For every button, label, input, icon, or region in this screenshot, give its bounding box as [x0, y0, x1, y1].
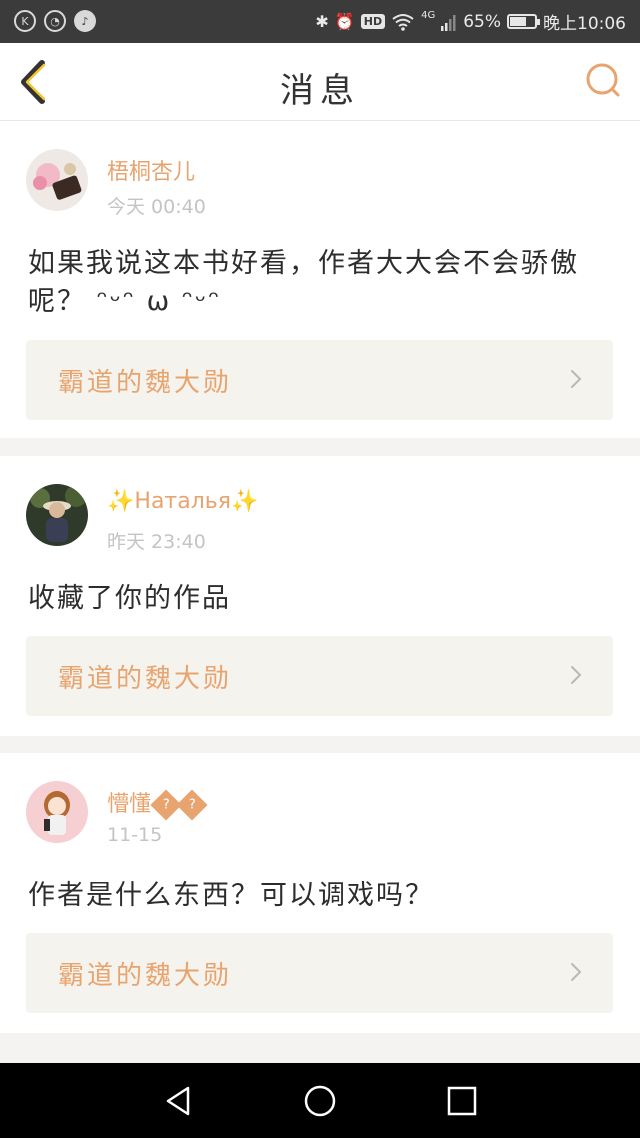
avatar-image: [26, 149, 88, 211]
chevron-right-icon: [571, 963, 582, 981]
avatar[interactable]: [26, 484, 88, 546]
top-app-bar: 消息: [0, 43, 640, 121]
search-button[interactable]: [582, 61, 626, 101]
book-link[interactable]: 霸道的魏大勋: [26, 340, 613, 420]
nav-home-button[interactable]: [302, 1083, 338, 1119]
nav-back-button[interactable]: [160, 1083, 196, 1119]
message-card: 懵懂?? 11-15 作者是什么东西？可以调戏吗？ 霸道的魏大勋: [0, 753, 640, 1033]
tiktok-icon: ♪: [74, 10, 96, 32]
bluetooth-icon: ✱: [315, 12, 329, 31]
battery-icon: [507, 14, 540, 29]
message-card: 梧桐杏儿 今天 00:40 如果我说这本书好看，作者大大会不会骄傲呢？ ᵔᵕᵔ …: [0, 121, 640, 438]
timestamp: 昨天 23:40: [107, 531, 206, 553]
chevron-right-icon: [571, 666, 582, 684]
hd-badge: HD: [360, 14, 386, 29]
k-app-icon: K: [14, 10, 36, 32]
triangle-back-icon: [166, 1086, 190, 1116]
nav-recents-button[interactable]: [444, 1083, 480, 1119]
status-right-icons: ✱ ⏰ HD 4G 65% 晚上10:06: [315, 9, 626, 34]
circle-home-icon: [304, 1085, 336, 1117]
avatar[interactable]: [26, 149, 88, 211]
battery-percent: 65%: [463, 11, 501, 32]
status-bar: K ◔ ♪ ✱ ⏰ HD 4G 65% 晚上10:06: [0, 0, 640, 43]
message-text: 收藏了你的作品: [28, 583, 231, 614]
username-text: Наталья: [134, 489, 231, 514]
username[interactable]: 懵懂??: [107, 786, 208, 821]
unknown-glyph-icon: ?: [176, 789, 208, 821]
chevron-right-icon: [571, 370, 582, 388]
book-title: 霸道的魏大勋: [58, 961, 233, 991]
square-recents-icon: [447, 1086, 477, 1116]
book-title: 霸道的魏大勋: [58, 368, 233, 398]
book-link[interactable]: 霸道的魏大勋: [26, 636, 613, 716]
signal-icon: [441, 14, 456, 31]
system-nav-bar: [0, 1063, 640, 1138]
username[interactable]: ✨Наталья✨: [107, 489, 258, 514]
sparkle-icon: ✨: [107, 489, 135, 514]
page-title: 消息: [280, 71, 360, 111]
username-text: 懵懂: [107, 792, 152, 817]
timestamp: 今天 00:40: [107, 196, 206, 218]
message-card: ✨Наталья✨ 昨天 23:40 收藏了你的作品 霸道的魏大勋: [0, 456, 640, 736]
search-icon: [586, 63, 620, 97]
network-type: 4G: [421, 10, 436, 21]
message-text: 如果我说这本书好看，作者大大会不会骄傲呢？ ᵔᵕᵔ ω ᵔᵕᵔ: [28, 248, 579, 317]
avatar[interactable]: [26, 781, 88, 843]
timestamp: 11-15: [107, 824, 163, 846]
wechat-icon: ◔: [44, 10, 66, 32]
alarm-icon: ⏰: [334, 12, 355, 31]
book-title: 霸道的魏大勋: [58, 664, 233, 694]
avatar-image: [26, 484, 88, 546]
clock: 晚上10:06: [543, 14, 626, 34]
username[interactable]: 梧桐杏儿: [107, 154, 195, 186]
sparkle-icon: ✨: [231, 489, 259, 514]
book-link[interactable]: 霸道的魏大勋: [26, 933, 613, 1013]
message-text: 作者是什么东西？可以调戏吗？: [28, 880, 434, 911]
avatar-image: [26, 781, 88, 843]
wifi-icon: [392, 13, 414, 31]
status-left-icons: K ◔ ♪: [14, 10, 96, 32]
